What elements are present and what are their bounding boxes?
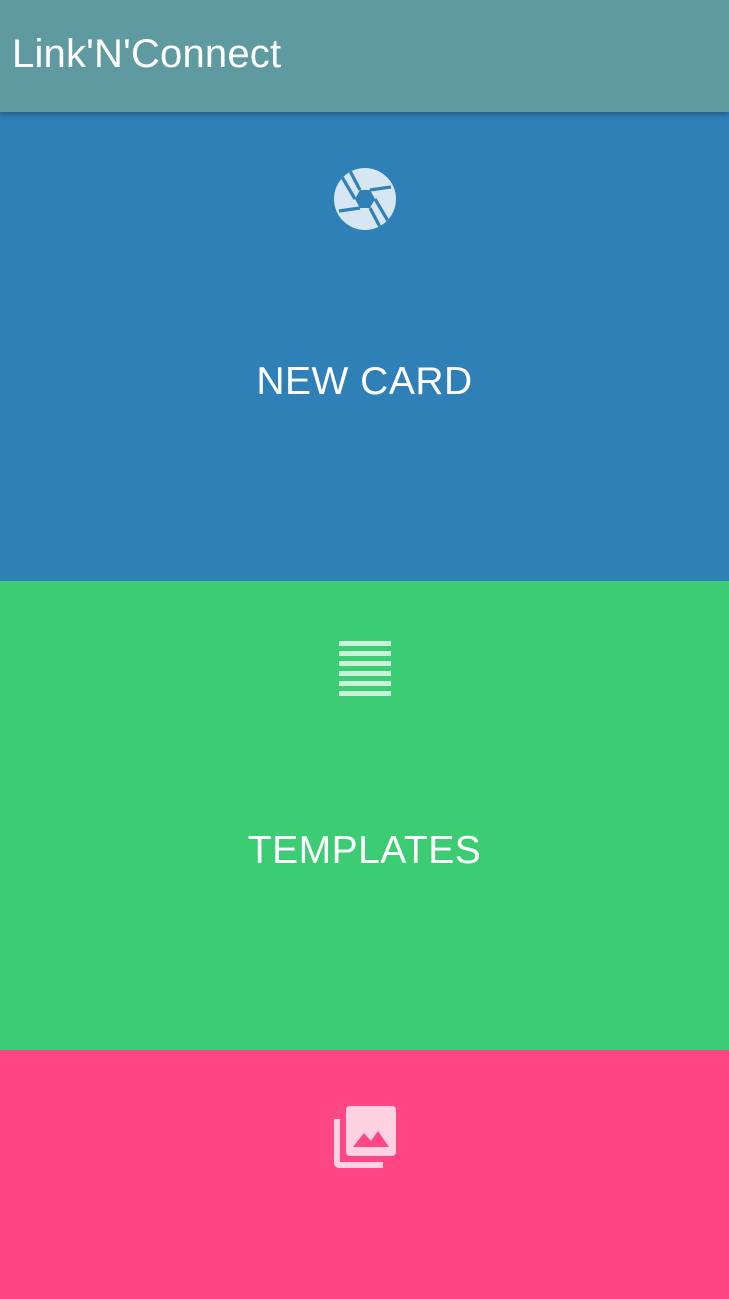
new-card-tile[interactable]: NEW CARD — [0, 112, 729, 581]
camera-shutter-icon — [333, 168, 396, 230]
app-bar: Link'N'Connect — [0, 0, 729, 112]
gallery-tile[interactable] — [0, 1050, 729, 1299]
list-lines-icon — [338, 641, 391, 696]
templates-label: TEMPLATES — [247, 829, 482, 872]
app-screen: Link'N'Connect NEW CARD TEMPLATES — [0, 0, 729, 1299]
photo-gallery-icon — [333, 1106, 396, 1168]
app-title: Link'N'Connect — [12, 32, 282, 76]
new-card-label: NEW CARD — [256, 360, 473, 403]
templates-tile[interactable]: TEMPLATES — [0, 581, 729, 1050]
